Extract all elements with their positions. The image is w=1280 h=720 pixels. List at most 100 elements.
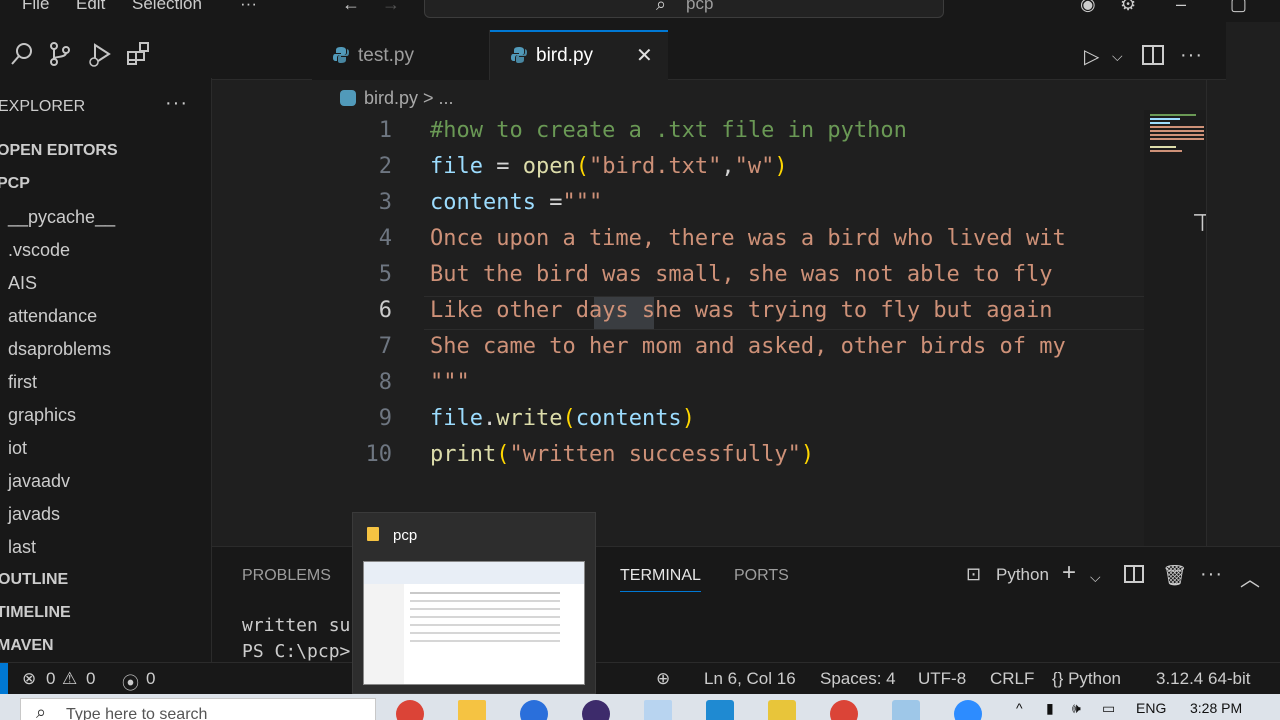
explorer-more-actions[interactable]: ···: [165, 92, 188, 115]
language-mode[interactable]: {} Python: [1052, 669, 1121, 689]
gear-icon[interactable]: ⚙: [1120, 0, 1136, 15]
close-icon[interactable]: ✕: [636, 43, 653, 68]
folder-vscode[interactable]: .vscode: [8, 240, 70, 261]
code-line[interactable]: print("written successfully"): [430, 442, 1142, 467]
code-token: ): [681, 406, 695, 431]
terminal-icon: ⊡: [966, 564, 982, 584]
ports-count[interactable]: 0: [146, 669, 155, 689]
timeline-heading[interactable]: TIMELINE: [0, 604, 71, 622]
cursor-position[interactable]: Ln 6, Col 16: [704, 669, 796, 689]
menu-file[interactable]: File: [22, 0, 49, 14]
indentation[interactable]: Spaces: 4: [820, 669, 896, 689]
editor-scrollbar[interactable]: [1206, 80, 1226, 546]
language-indicator[interactable]: ENG: [1136, 700, 1166, 716]
preview-thumbnail[interactable]: [363, 561, 585, 685]
maximize-icon[interactable]: ▢: [1230, 0, 1247, 15]
python-interpreter[interactable]: 3.12.4 64-bit: [1156, 669, 1251, 689]
forward-arrow-icon[interactable]: →: [382, 0, 400, 15]
code-line[interactable]: contents =""": [430, 190, 1142, 215]
tab-bird-py[interactable]: bird.py ✕: [490, 30, 668, 81]
network-icon[interactable]: ▭: [1102, 700, 1115, 717]
split-editor-icon[interactable]: [1142, 45, 1164, 65]
extensions-icon[interactable]: [124, 40, 152, 68]
zoom-icon[interactable]: [954, 700, 982, 720]
folder-graphics[interactable]: graphics: [8, 405, 76, 426]
app-icon[interactable]: [768, 700, 796, 720]
code-token: ,: [721, 154, 735, 179]
menu-selection[interactable]: Selection: [132, 0, 202, 14]
folder-javads[interactable]: javads: [8, 504, 60, 525]
run-python-icon[interactable]: ▷: [1084, 44, 1099, 69]
outline-heading[interactable]: OUTLINE: [0, 571, 68, 589]
clock-time[interactable]: 3:28 PM: [1190, 700, 1242, 716]
tab-ports[interactable]: PORTS: [734, 567, 789, 585]
minimap[interactable]: ⊤: [1144, 110, 1213, 546]
folder-pycache[interactable]: __pycache__: [8, 207, 115, 228]
code-line[interactable]: She came to her mom and asked, other bir…: [430, 334, 1142, 359]
trash-icon[interactable]: 🗑: [1162, 563, 1187, 588]
error-count[interactable]: 0: [46, 669, 55, 689]
folder-iot[interactable]: iot: [8, 438, 27, 459]
menu-more[interactable]: ···: [240, 0, 257, 14]
folder-javaadv[interactable]: javaadv: [8, 471, 70, 492]
account-icon[interactable]: ◉: [1080, 0, 1096, 15]
chevron-down-icon[interactable]: ⌵: [1112, 48, 1123, 65]
code-line[interactable]: But the bird was small, she was not able…: [430, 262, 1142, 287]
more-actions-icon[interactable]: ···: [1200, 563, 1223, 586]
broadcast-icon: ⦿: [122, 674, 139, 693]
chrome-icon[interactable]: [830, 700, 858, 720]
code-line[interactable]: """: [430, 370, 1142, 395]
remote-indicator[interactable]: [0, 663, 8, 695]
folder-last[interactable]: last: [8, 537, 36, 558]
command-center-search[interactable]: [424, 0, 944, 18]
tab-terminal[interactable]: TERMINAL: [620, 567, 701, 592]
source-control-icon[interactable]: [46, 40, 74, 68]
more-actions-icon[interactable]: ···: [1180, 44, 1203, 67]
encoding[interactable]: UTF-8: [918, 669, 966, 689]
code-line[interactable]: file.write(contents): [430, 406, 1142, 431]
minimize-icon[interactable]: –: [1176, 0, 1186, 15]
split-terminal-icon[interactable]: [1124, 565, 1144, 583]
open-editors-heading[interactable]: OPEN EDITORS: [0, 142, 118, 160]
terminal-profile-name[interactable]: Python: [996, 565, 1049, 585]
chrome-icon[interactable]: [396, 700, 424, 720]
warning-count[interactable]: 0: [86, 669, 95, 689]
app-icon[interactable]: [520, 700, 548, 720]
folder-dsaproblems[interactable]: dsaproblems: [8, 339, 111, 360]
new-terminal-icon[interactable]: +: [1062, 559, 1076, 587]
volume-icon[interactable]: 🕪: [1072, 700, 1081, 717]
folder-ais[interactable]: AIS: [8, 273, 37, 294]
folder-attendance[interactable]: attendance: [8, 306, 97, 327]
terminal-prompt-line[interactable]: PS C:\pcp>: [242, 641, 350, 662]
menu-edit[interactable]: Edit: [76, 0, 105, 14]
vscode-icon[interactable]: [706, 700, 734, 720]
explorer-sidebar: EXPLORER ··· OPEN EDITORS PCP __pycache_…: [0, 78, 212, 662]
folder-first[interactable]: first: [8, 372, 37, 393]
code-token: #how to create a .txt file in python: [430, 118, 907, 143]
file-explorer-icon[interactable]: [458, 700, 486, 720]
app-icon[interactable]: [892, 700, 920, 720]
code-line[interactable]: Like other days she was trying to fly bu…: [430, 298, 1142, 323]
chevron-down-icon[interactable]: ⌵: [1090, 569, 1101, 586]
app-icon[interactable]: [644, 700, 672, 720]
back-arrow-icon[interactable]: ←: [342, 0, 360, 15]
breadcrumb[interactable]: bird.py > ...: [340, 88, 454, 109]
chevron-up-icon[interactable]: ^: [1016, 700, 1023, 716]
tab-problems[interactable]: PROBLEMS: [242, 567, 331, 585]
battery-icon[interactable]: ▮: [1046, 700, 1054, 717]
code-editor[interactable]: bird.py > ... 1 2 3 4 5 6 7 8 9 10 #how to create…: [212, 80, 1226, 546]
chevron-up-icon[interactable]: ︿: [1240, 563, 1260, 592]
explorer-window-preview[interactable]: pcp: [352, 512, 596, 694]
code-line[interactable]: Once upon a time, there was a bird who l…: [430, 226, 1142, 251]
code-token: Once upon a time, there was a bird who l…: [430, 226, 1066, 251]
eclipse-icon[interactable]: [582, 700, 610, 720]
line-endings[interactable]: CRLF: [990, 669, 1034, 689]
code-line[interactable]: #how to create a .txt file in python: [430, 118, 1142, 143]
zoom-icon[interactable]: ⊕: [656, 669, 670, 689]
folder-root-heading[interactable]: PCP: [0, 175, 30, 193]
code-line[interactable]: file = open("bird.txt","w"): [430, 154, 1142, 179]
tab-test-py[interactable]: test.py: [312, 30, 490, 80]
search-icon[interactable]: [8, 40, 36, 68]
maven-heading[interactable]: MAVEN: [0, 637, 54, 655]
run-debug-icon[interactable]: [86, 40, 114, 68]
